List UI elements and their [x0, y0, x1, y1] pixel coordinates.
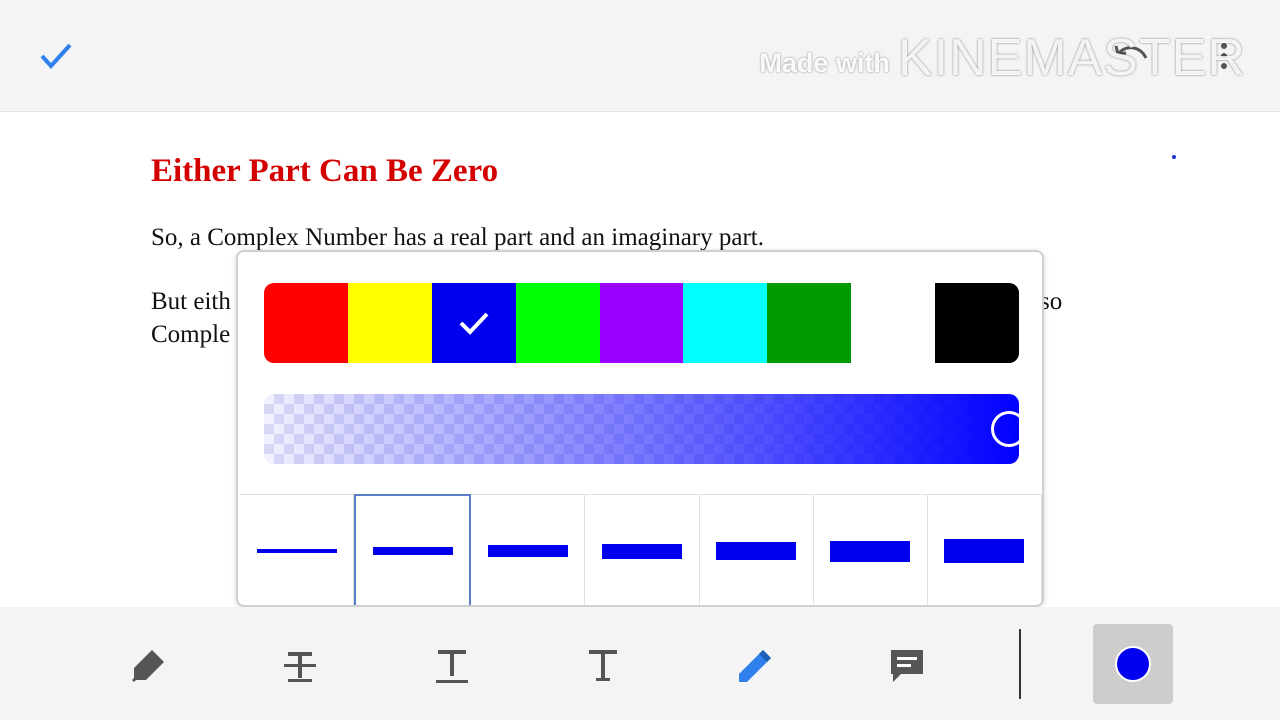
watermark-brand: KINEMASTER	[897, 29, 1246, 87]
strikethrough-tool-button[interactable]	[275, 641, 325, 691]
highlighter-tool-button[interactable]	[123, 641, 173, 691]
color-swatch[interactable]	[347, 283, 432, 363]
stroke-width-preview	[487, 545, 568, 557]
strikethrough-icon	[284, 652, 316, 682]
color-swatches	[264, 283, 1019, 363]
pen-tool-button[interactable]	[730, 641, 780, 691]
opacity-slider-handle[interactable]	[991, 411, 1019, 447]
stroke-width-preview	[601, 543, 682, 559]
color-swatch[interactable]	[935, 283, 1019, 363]
text-icon	[589, 650, 617, 681]
stroke-width-option[interactable]	[240, 494, 355, 605]
checkmark-icon	[40, 43, 72, 69]
toolbar-divider	[1019, 629, 1021, 699]
color-swatch[interactable]	[851, 283, 936, 363]
pen-style-popup	[236, 250, 1044, 607]
stroke-width-preview	[830, 540, 911, 562]
current-color-indicator	[1115, 646, 1151, 682]
current-color-button[interactable]	[1093, 624, 1173, 704]
stroke-width-option[interactable]	[699, 494, 814, 605]
stroke-width-preview	[716, 542, 797, 560]
stroke-width-option[interactable]	[471, 494, 586, 605]
stroke-width-option[interactable]	[927, 494, 1042, 605]
color-swatch[interactable]	[264, 283, 348, 363]
document-heading: Either Part Can Be Zero	[151, 153, 499, 189]
stroke-width-options	[240, 494, 1042, 605]
document-paragraph-2-line-2: Comple	[151, 321, 231, 348]
stroke-width-option[interactable]	[354, 494, 472, 605]
comment-tool-button[interactable]	[882, 641, 932, 691]
stroke-width-preview	[372, 546, 453, 555]
highlighter-icon	[132, 650, 164, 682]
pen-icon	[739, 650, 771, 682]
comment-icon	[891, 650, 923, 682]
underline-tool-button[interactable]	[427, 641, 477, 691]
done-checkmark-button[interactable]	[30, 30, 82, 82]
color-swatch[interactable]	[599, 283, 684, 363]
stroke-width-option[interactable]	[813, 494, 928, 605]
stroke-width-preview	[256, 549, 337, 553]
top-bar: Made with KINEMASTER	[0, 0, 1280, 112]
document-paragraph-1: So, a Complex Number has a real part and…	[151, 224, 765, 251]
color-swatch[interactable]	[683, 283, 768, 363]
color-swatch[interactable]	[767, 283, 852, 363]
text-tool-button[interactable]	[578, 641, 628, 691]
document-paragraph-2-line-1: But eith	[151, 288, 231, 315]
kinemaster-watermark: Made with KINEMASTER	[759, 26, 1246, 88]
selected-check-icon	[459, 312, 489, 335]
stroke-width-preview	[944, 539, 1025, 563]
annotation-toolbar	[0, 607, 1280, 720]
ink-dot	[1172, 155, 1176, 159]
stroke-width-option[interactable]	[585, 494, 700, 605]
color-swatch[interactable]	[431, 283, 516, 363]
underline-icon	[436, 650, 468, 683]
opacity-slider[interactable]	[264, 394, 1019, 464]
color-swatch[interactable]	[515, 283, 600, 363]
watermark-made-with: Made with	[759, 48, 890, 78]
